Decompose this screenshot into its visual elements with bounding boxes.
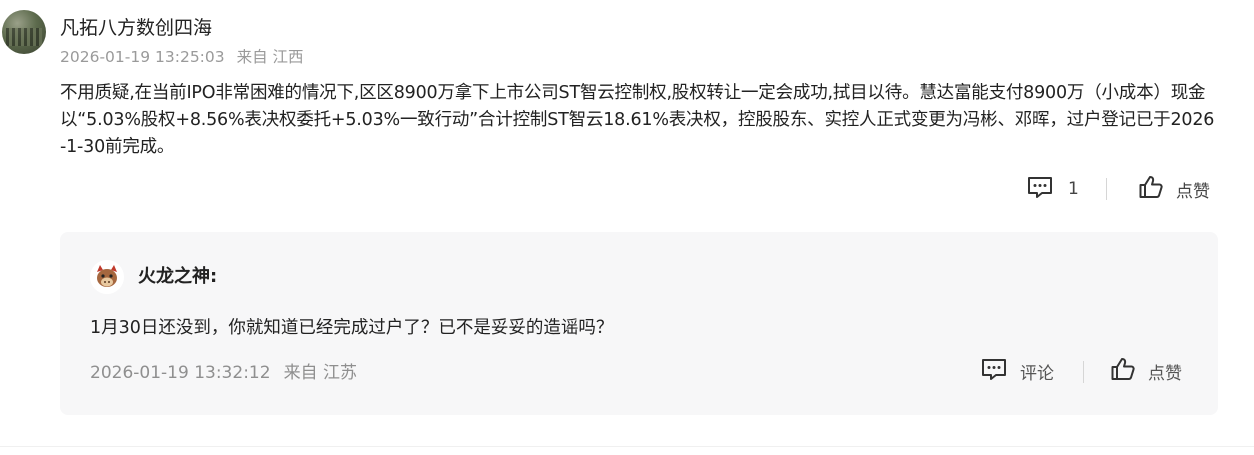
post-timestamp: 2026-01-19 13:25:03 — [60, 48, 225, 66]
reply-timestamp: 2026-01-19 13:32:12 — [90, 363, 271, 383]
reply-card: 火龙之神: 1月30日还没到，你就知道已经完成过户了？已不是妥妥的造谣吗？ 20… — [60, 232, 1218, 415]
post-comment-count: 1 — [1068, 179, 1079, 199]
author-avatar[interactable] — [2, 10, 46, 54]
post-comment-button[interactable]: 1 — [1026, 176, 1079, 202]
post-location: 来自 江西 — [236, 48, 304, 66]
reply-like-button[interactable]: 点赞 — [1110, 356, 1182, 387]
thumbs-up-icon — [1138, 174, 1164, 205]
thumbs-up-icon — [1110, 356, 1136, 387]
reply-text: 1月30日还没到，你就知道已经完成过户了？已不是妥妥的造谣吗？ — [90, 318, 614, 338]
action-divider — [1106, 178, 1107, 200]
reply-like-label: 点赞 — [1148, 363, 1182, 384]
post-meta: 2026-01-19 13:25:03 来自 江西 — [60, 45, 304, 67]
separator-line — [0, 446, 1254, 447]
post-author-name[interactable]: 凡拓八方数创四海 — [60, 13, 212, 40]
reply-author-avatar[interactable] — [90, 260, 124, 294]
reply-comment-button[interactable]: 评论 — [980, 358, 1054, 384]
reply-action-divider — [1083, 361, 1084, 383]
reply-location: 来自 江苏 — [283, 363, 357, 383]
reply-meta: 2026-01-19 13:32:12 来自 江苏 — [90, 358, 357, 383]
post-like-button[interactable]: 点赞 — [1138, 174, 1210, 205]
comment-icon — [980, 357, 1008, 386]
reply-author-name[interactable]: 火龙之神: — [138, 262, 217, 288]
post-like-label: 点赞 — [1176, 181, 1210, 202]
comment-icon — [1026, 175, 1054, 204]
reply-comment-label: 评论 — [1020, 363, 1054, 384]
post-body: 不用质疑,在当前IPO非常困难的情况下,区区8900万拿下上市公司ST智云控制权… — [60, 83, 1215, 157]
